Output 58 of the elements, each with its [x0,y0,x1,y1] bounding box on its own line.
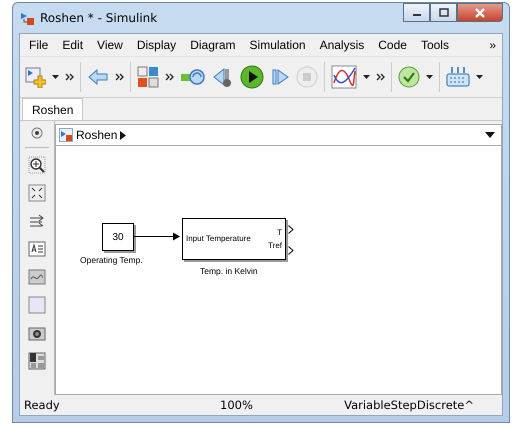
status-text: Ready [24,398,61,412]
dropdown-icon[interactable] [485,132,495,138]
back-arrow-icon[interactable] [87,68,109,86]
menu-item[interactable]: Diagram [183,38,243,52]
menu-item[interactable]: File [22,38,56,52]
library-browser-icon[interactable] [137,66,159,88]
chevron-icon[interactable] [65,72,74,82]
port-label: T [277,228,282,238]
chevron-icon[interactable] [115,72,124,82]
menu-item[interactable]: Tools [414,38,456,52]
step-forward-icon[interactable] [270,67,290,87]
menu-overflow-button[interactable]: » [483,38,502,52]
zoom-icon[interactable] [28,156,46,174]
menu-item[interactable]: Analysis [312,38,372,52]
menu-item[interactable]: Simulation [242,38,313,52]
fit-view-icon[interactable] [28,184,46,202]
model-icon [59,128,73,142]
signal-line [134,232,181,241]
caret-icon[interactable] [426,75,433,79]
maximize-icon [438,8,448,17]
model-browser-icon[interactable] [28,352,46,370]
area-icon[interactable] [28,296,46,314]
zoom-level: 100% [220,398,254,412]
run-icon[interactable] [240,65,264,89]
maximize-button[interactable] [430,3,457,22]
solver-name[interactable]: VariableStepDiscrete^ [344,398,498,412]
minimize-button[interactable] [403,3,430,22]
block-label: Operating Temp. [80,255,143,265]
chevron-icon[interactable] [165,72,174,82]
image-icon[interactable] [28,268,46,286]
triangle-icon [120,130,126,140]
new-model-icon[interactable] [24,66,46,88]
keyboard-icon[interactable] [446,66,470,88]
menu-item[interactable]: Code [371,38,414,52]
close-icon [474,8,486,18]
menu-item[interactable]: View [90,38,130,52]
menu-item[interactable]: Edit [55,38,90,52]
constant-block: 30 [102,223,134,251]
step-back-icon[interactable] [212,66,234,88]
caret-icon[interactable] [476,75,483,79]
check-icon[interactable] [398,66,420,88]
window-title: Roshen * - Simulink [40,11,158,25]
model-icon [19,10,35,26]
caret-icon[interactable] [363,75,370,79]
port-label: Tref [268,240,282,250]
refresh-icon[interactable] [180,67,206,87]
breadcrumb-item[interactable]: Roshen [76,128,118,142]
port-label: Input Temperature [186,234,251,244]
scope-icon[interactable] [331,65,357,89]
hide-panel-icon[interactable] [31,127,43,139]
address-bar[interactable]: Roshen [55,124,502,146]
close-button[interactable] [457,3,503,22]
block-label: Temp. in Kelvin [200,266,258,276]
menu-item[interactable]: Display [130,38,184,52]
caret-icon[interactable] [52,75,59,79]
chevron-icon[interactable] [376,72,385,82]
annotation-icon[interactable] [28,240,46,258]
model-tab[interactable]: Roshen [22,98,84,120]
